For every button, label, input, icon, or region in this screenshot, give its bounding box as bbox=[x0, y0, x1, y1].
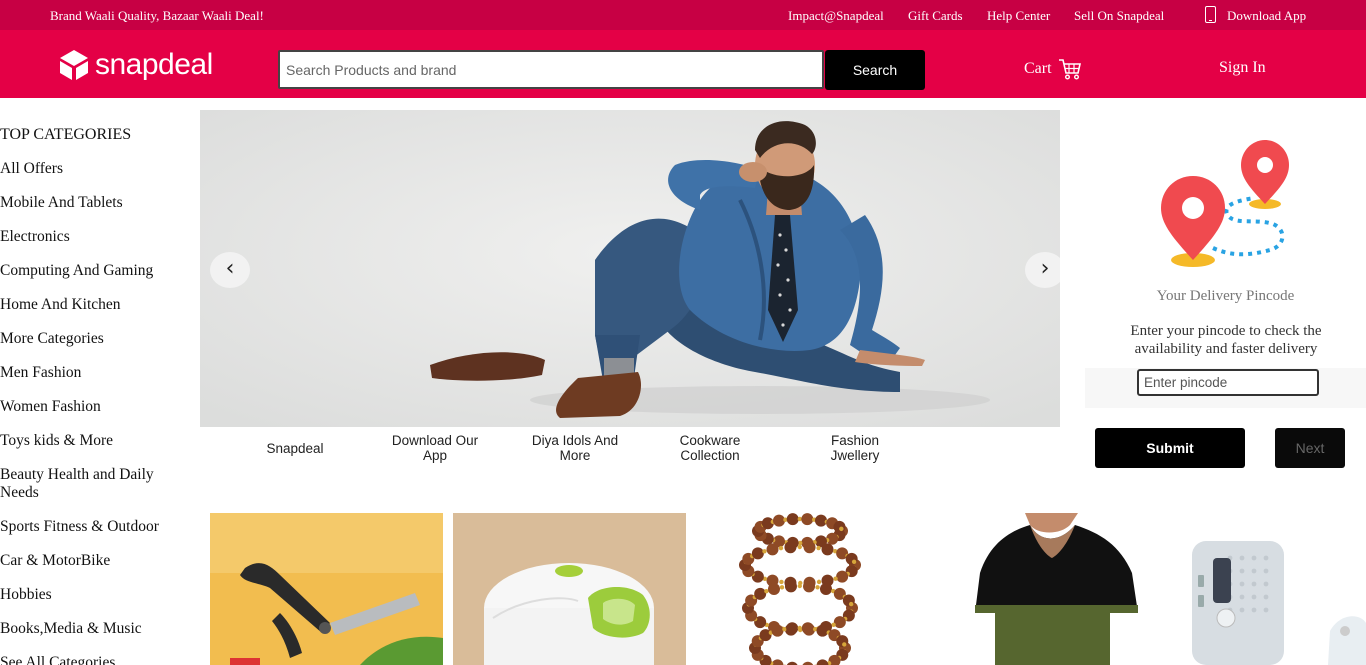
product-tile-vegetable-cutter[interactable] bbox=[210, 513, 443, 665]
pincode-next-button[interactable]: Next bbox=[1275, 428, 1345, 468]
chevron-left-icon: ‹ bbox=[225, 256, 235, 281]
sidebar-item-men-fashion[interactable]: Men Fashion bbox=[0, 364, 195, 398]
chevron-right-icon: › bbox=[1040, 256, 1050, 281]
sidebar-item-car-motorbike[interactable]: Car & MotorBike bbox=[0, 552, 195, 586]
sidebar-item-home-kitchen[interactable]: Home And Kitchen bbox=[0, 296, 195, 330]
product-tile-power-bank[interactable] bbox=[1180, 513, 1366, 665]
brand-wordmark: snapdeal bbox=[95, 48, 213, 81]
shopping-cart-icon bbox=[1058, 59, 1081, 80]
carousel-next-button[interactable]: › bbox=[1025, 252, 1060, 288]
sidebar-item-beauty-health[interactable]: Beauty Health and Daily Needs bbox=[0, 466, 195, 518]
sidebar-item-hobbies[interactable]: Hobbies bbox=[0, 586, 195, 620]
sidebar-item-electronics[interactable]: Electronics bbox=[0, 228, 195, 262]
hero-model-image bbox=[200, 110, 1060, 427]
sidebar-item-mobile-tablets[interactable]: Mobile And Tablets bbox=[0, 194, 195, 228]
carousel-label-download-app[interactable]: Download Our App bbox=[380, 433, 490, 463]
product-tile-tshirt[interactable] bbox=[960, 513, 1150, 665]
sidebar-item-books-media-music[interactable]: Books,Media & Music bbox=[0, 620, 195, 654]
sidebar-item-computing-gaming[interactable]: Computing And Gaming bbox=[0, 262, 195, 296]
sidebar-item-all-offers[interactable]: All Offers bbox=[0, 160, 195, 194]
pincode-submit-button[interactable]: Submit bbox=[1095, 428, 1245, 468]
carousel-label-snapdeal[interactable]: Snapdeal bbox=[240, 441, 350, 456]
snapdeal-logo-icon bbox=[57, 48, 91, 82]
tshirt-image bbox=[960, 513, 1150, 665]
sidebar-item-see-all-categories[interactable]: See All Categories bbox=[0, 654, 195, 665]
wonderchef-chopper-image bbox=[453, 513, 686, 665]
category-sidebar: TOP CATEGORIES All Offers Mobile And Tab… bbox=[0, 126, 195, 665]
carousel-prev-button[interactable]: ‹ bbox=[210, 252, 250, 288]
sidebar-item-toys-kids[interactable]: Toys kids & More bbox=[0, 432, 195, 466]
download-app-link[interactable]: Download App bbox=[1227, 8, 1306, 24]
pincode-input[interactable] bbox=[1137, 369, 1319, 396]
sell-on-snapdeal-link[interactable]: Sell On Snapdeal bbox=[1074, 8, 1164, 24]
sign-in-link[interactable]: Sign In bbox=[1219, 59, 1266, 77]
main-header: snapdeal Search Cart Sign In bbox=[0, 30, 1366, 98]
carousel-label-diya-idols[interactable]: Diya Idols And More bbox=[520, 433, 630, 463]
impact-link[interactable]: Impact@Snapdeal bbox=[788, 8, 884, 24]
product-tile-rudraksha-mala[interactable] bbox=[725, 513, 875, 665]
mobile-phone-icon bbox=[1205, 6, 1216, 23]
vegetable-cutter-image bbox=[210, 513, 443, 665]
pincode-title: Your Delivery Pincode bbox=[1156, 288, 1295, 304]
gift-cards-link[interactable]: Gift Cards bbox=[908, 8, 963, 24]
location-route-icon bbox=[1161, 140, 1289, 267]
search-input[interactable] bbox=[278, 50, 824, 89]
cart-button[interactable]: Cart bbox=[1024, 58, 1082, 80]
sidebar-item-women-fashion[interactable]: Women Fashion bbox=[0, 398, 195, 432]
top-strip: Brand Waali Quality, Bazaar Waali Deal! … bbox=[0, 0, 1366, 30]
power-bank-image bbox=[1180, 513, 1366, 665]
product-tile-chopper[interactable] bbox=[453, 513, 686, 665]
hero-banner[interactable]: ‹ › bbox=[200, 110, 1060, 427]
search-button[interactable]: Search bbox=[825, 50, 925, 90]
carousel-label-cookware[interactable]: Cookware Collection bbox=[660, 433, 760, 463]
sidebar-heading: TOP CATEGORIES bbox=[0, 126, 132, 143]
snapdeal-logo[interactable]: snapdeal bbox=[57, 48, 213, 82]
pincode-description: Enter your pincode to check the availabi… bbox=[1130, 323, 1322, 357]
sidebar-item-more-categories[interactable]: More Categories bbox=[0, 330, 195, 364]
carousel-label-fashion-jewellery[interactable]: Fashion Jwellery bbox=[810, 433, 900, 463]
tagline: Brand Waali Quality, Bazaar Waali Deal! bbox=[50, 8, 264, 23]
sidebar-item-sports-fitness[interactable]: Sports Fitness & Outdoor bbox=[0, 518, 195, 552]
rudraksha-mala-image bbox=[725, 513, 875, 665]
pincode-input-container bbox=[1085, 368, 1366, 408]
help-center-link[interactable]: Help Center bbox=[987, 8, 1050, 24]
cart-label: Cart bbox=[1024, 60, 1052, 77]
